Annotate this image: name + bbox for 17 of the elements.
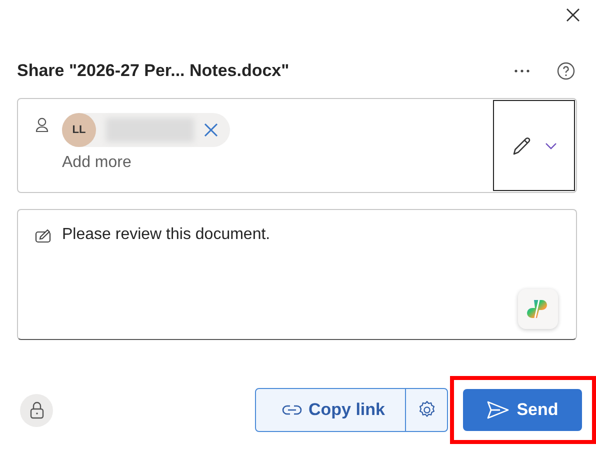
remove-icon[interactable] xyxy=(204,123,218,137)
send-button[interactable]: Send xyxy=(463,389,582,431)
recipient-chip[interactable]: LL xyxy=(62,113,230,147)
dialog-title: Share "2026-27 Per... Notes.docx" xyxy=(17,61,290,81)
message-field[interactable]: Please review this document. xyxy=(17,209,577,340)
add-more-field[interactable]: Add more xyxy=(62,154,262,172)
compose-icon xyxy=(35,229,52,243)
avatar-initials: LL xyxy=(62,113,96,147)
person-icon xyxy=(35,117,49,133)
permission-dropdown[interactable] xyxy=(493,100,575,191)
link-icon xyxy=(282,405,302,415)
lock-icon[interactable] xyxy=(20,394,53,426)
chevron-down-icon xyxy=(545,142,557,150)
send-icon xyxy=(486,401,509,419)
pencil-icon xyxy=(511,134,533,156)
copilot-logo-icon xyxy=(526,297,550,321)
help-icon[interactable] xyxy=(555,60,577,82)
